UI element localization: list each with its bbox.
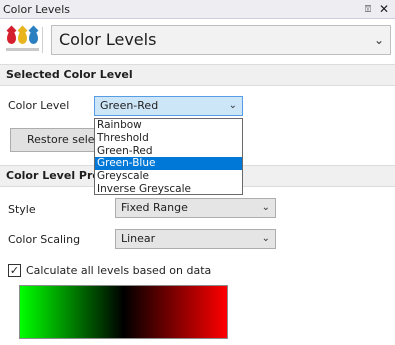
color-level-combo[interactable]: Green-Red ⌄ xyxy=(94,96,243,116)
dropdown-option-rainbow[interactable]: Rainbow xyxy=(95,119,242,132)
panel-titlebar: Color Levels ⍔ ✕ xyxy=(0,0,395,19)
panel-selector-value: Color Levels xyxy=(59,30,157,49)
dropdown-option-threshold[interactable]: Threshold xyxy=(95,132,242,145)
style-value: Fixed Range xyxy=(121,201,188,214)
red-drop-icon xyxy=(7,31,16,44)
yellow-drop-icon xyxy=(18,31,27,44)
drops-base xyxy=(6,48,39,51)
dropdown-option-green-red[interactable]: Green-Red xyxy=(95,145,242,158)
blue-drop-icon xyxy=(29,31,38,44)
color-gradient-preview xyxy=(19,285,228,339)
calculate-levels-checkbox[interactable]: ✓ xyxy=(8,264,21,277)
calculate-levels-label: Calculate all levels based on data xyxy=(26,264,212,277)
color-level-dropdown: Rainbow Threshold Green-Red Green-Blue G… xyxy=(94,118,243,195)
close-icon[interactable]: ✕ xyxy=(378,0,390,19)
style-label: Style xyxy=(8,203,36,216)
chevron-down-icon: ⌄ xyxy=(228,100,237,111)
color-level-value: Green-Red xyxy=(100,99,159,112)
selected-color-level-header: Selected Color Level xyxy=(0,64,395,86)
color-level-label: Color Level xyxy=(8,99,70,112)
color-scaling-combo[interactable]: Linear ⌄ xyxy=(115,229,276,249)
section-title: Selected Color Level xyxy=(6,68,133,81)
chevron-down-icon: ⌄ xyxy=(373,33,384,47)
chevron-down-icon: ⌄ xyxy=(261,233,270,244)
color-drops-icon xyxy=(5,27,43,53)
style-combo[interactable]: Fixed Range ⌄ xyxy=(115,198,276,218)
dropdown-option-green-blue[interactable]: Green-Blue xyxy=(95,157,242,171)
pin-icon[interactable]: ⍔ xyxy=(362,0,374,19)
header-row: Color Levels ⌄ xyxy=(0,20,395,60)
color-scaling-label: Color Scaling xyxy=(8,233,81,246)
dropdown-option-inverse-greyscale[interactable]: Inverse Greyscale xyxy=(95,183,242,196)
panel-title: Color Levels xyxy=(3,3,70,16)
color-scaling-value: Linear xyxy=(121,232,156,245)
panel-selector-combo[interactable]: Color Levels ⌄ xyxy=(51,25,391,55)
chevron-down-icon: ⌄ xyxy=(261,202,270,213)
dropdown-option-greyscale[interactable]: Greyscale xyxy=(95,170,242,183)
